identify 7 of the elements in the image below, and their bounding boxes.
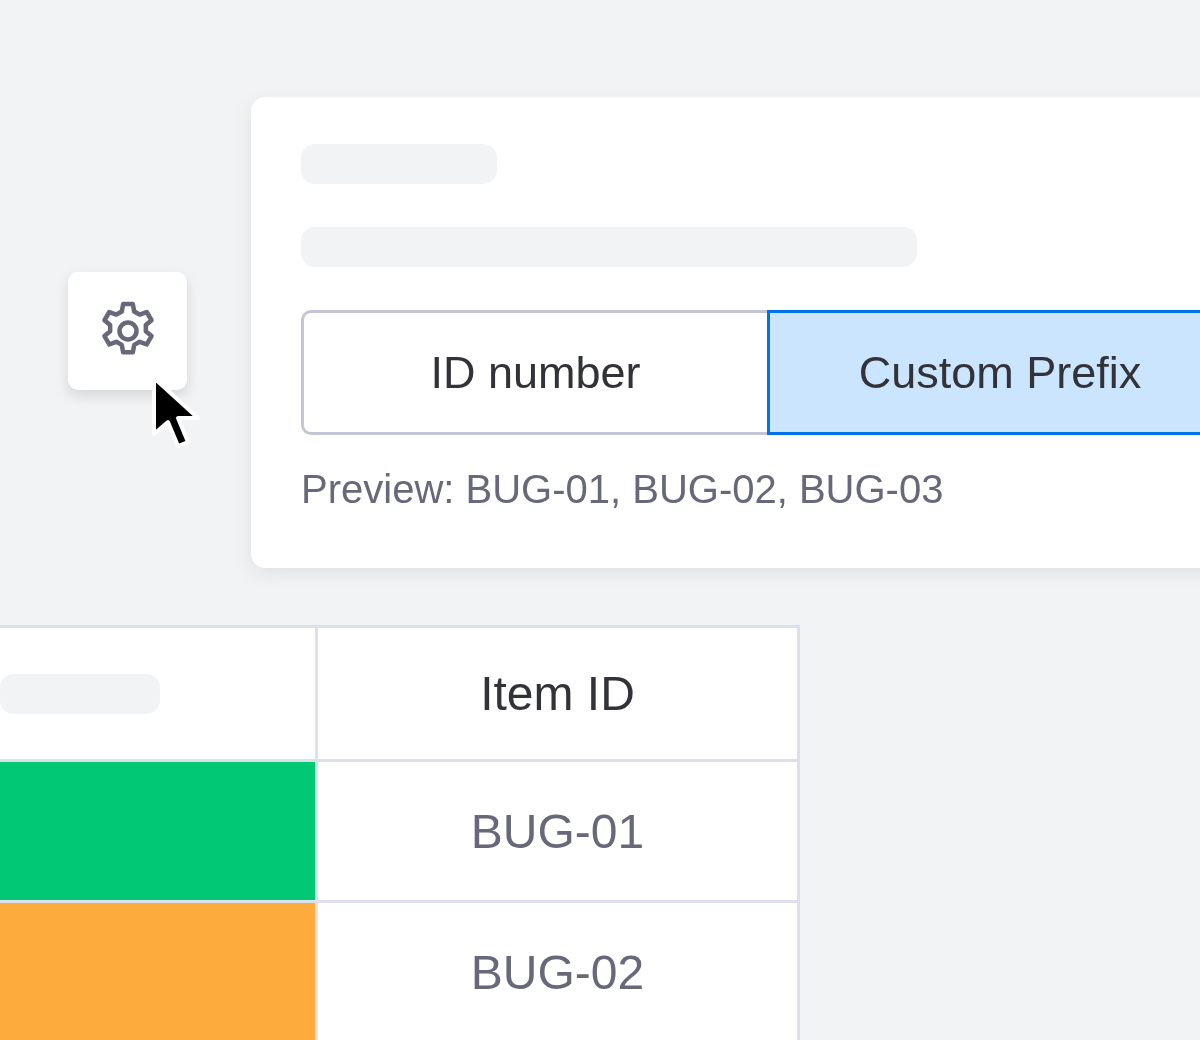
table-cell: BUG-01: [318, 762, 800, 903]
table-header-cell: Item ID: [318, 625, 800, 762]
segment-option[interactable]: Custom Prefix: [767, 310, 1200, 435]
segment-option[interactable]: ID number: [301, 310, 767, 435]
table-cell: BUG-02: [318, 903, 800, 1040]
settings-button[interactable]: [68, 272, 187, 390]
preview-text: Preview: BUG-01, BUG-02, BUG-03: [301, 467, 945, 512]
